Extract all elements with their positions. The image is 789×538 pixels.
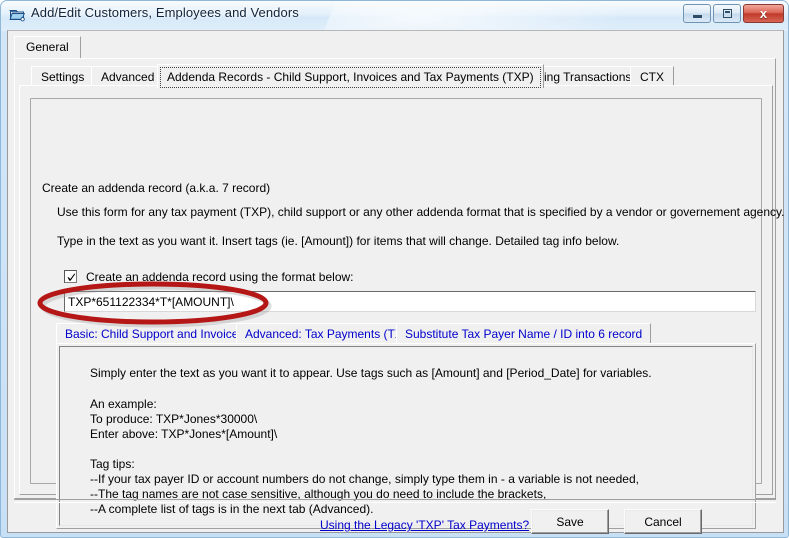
panel-intro-text: Simply enter the text as you want it to … (90, 366, 652, 380)
maximize-button[interactable] (713, 4, 741, 23)
instruction-line-1: Use this form for any tax payment (TXP),… (57, 205, 785, 219)
panel-tip-3: --A complete list of tags is in the next… (90, 502, 374, 516)
group-box-title: Create an addenda record (a.k.a. 7 recor… (38, 181, 275, 195)
subtab-basic-child-support-label: Basic: Child Support and Invoices (65, 327, 245, 341)
close-icon: x (759, 6, 768, 21)
title-bar[interactable]: Add/Edit Customers, Employees and Vendor… (1, 1, 788, 39)
create-addenda-checkbox-row[interactable]: Create an addenda record using the forma… (64, 269, 354, 284)
panel-example-produce: To produce: TXP*Jones*30000\ (90, 412, 258, 426)
save-button[interactable]: Save (531, 509, 609, 534)
cancel-button[interactable]: Cancel (624, 509, 702, 534)
main-tab-page: Create an addenda record (a.k.a. 7 recor… (19, 85, 784, 529)
application-window: Add/Edit Customers, Employees and Vendor… (0, 0, 789, 538)
subtab-basic-child-support[interactable]: Basic: Child Support and Invoices (56, 323, 254, 344)
create-addenda-checkbox[interactable] (64, 270, 77, 283)
outer-tab-strip: General (14, 36, 774, 58)
tab-advanced-label: Advanced (101, 70, 155, 84)
instruction-line-2: Type in the text as you want it. Insert … (57, 234, 620, 248)
tab-addenda-records-label: Addenda Records - Child Support, Invoice… (167, 70, 534, 84)
client-area: General Settings Advanced Addenda Record… (7, 30, 784, 534)
subtab-advanced-tax-payments-label: Advanced: Tax Payments (TXP) (245, 327, 415, 341)
check-icon (67, 273, 76, 281)
create-addenda-checkbox-label: Create an addenda record using the forma… (86, 269, 354, 284)
panel-tips-heading: Tag tips: (90, 457, 135, 471)
footer-separator (14, 499, 776, 503)
main-tab-strip: Settings Advanced Addenda Records - Chil… (19, 64, 771, 88)
outer-tab-general[interactable]: General (14, 36, 81, 58)
tab-settings[interactable]: Settings (31, 66, 95, 87)
panel-example-enter: Enter above: TXP*Jones*[Amount]\ (90, 427, 278, 441)
tab-ctx-label: CTX (640, 70, 664, 84)
legacy-txp-link[interactable]: Using the Legacy 'TXP' Tax Payments? (320, 518, 529, 532)
tab-settings-label: Settings (41, 70, 85, 84)
tab-ctx[interactable]: CTX (630, 66, 674, 87)
window-title: Add/Edit Customers, Employees and Vendor… (31, 5, 299, 20)
maximize-icon (714, 5, 740, 22)
close-button[interactable]: x (743, 4, 784, 23)
minimize-button[interactable] (683, 4, 711, 23)
tab-advanced[interactable]: Advanced (91, 66, 165, 87)
minimize-icon (684, 5, 710, 22)
subtab-substitute-tax-payer[interactable]: Substitute Tax Payer Name / ID into 6 re… (396, 323, 652, 344)
panel-example-heading: An example: (90, 397, 157, 411)
tab-addenda-records[interactable]: Addenda Records - Child Support, Invoice… (157, 64, 544, 88)
addenda-format-input[interactable] (64, 291, 756, 312)
outer-tab-page: Settings Advanced Addenda Records - Chil… (14, 58, 784, 529)
panel-tip-1: --If your tax payer ID or account number… (90, 472, 639, 486)
subtab-substitute-tax-payer-label: Substitute Tax Payer Name / ID into 6 re… (405, 327, 643, 341)
sub-tab-strip: Basic: Child Support and Invoices Advanc… (56, 323, 756, 344)
outer-tab-general-label: General (26, 40, 69, 54)
window-folder-icon (9, 7, 25, 22)
